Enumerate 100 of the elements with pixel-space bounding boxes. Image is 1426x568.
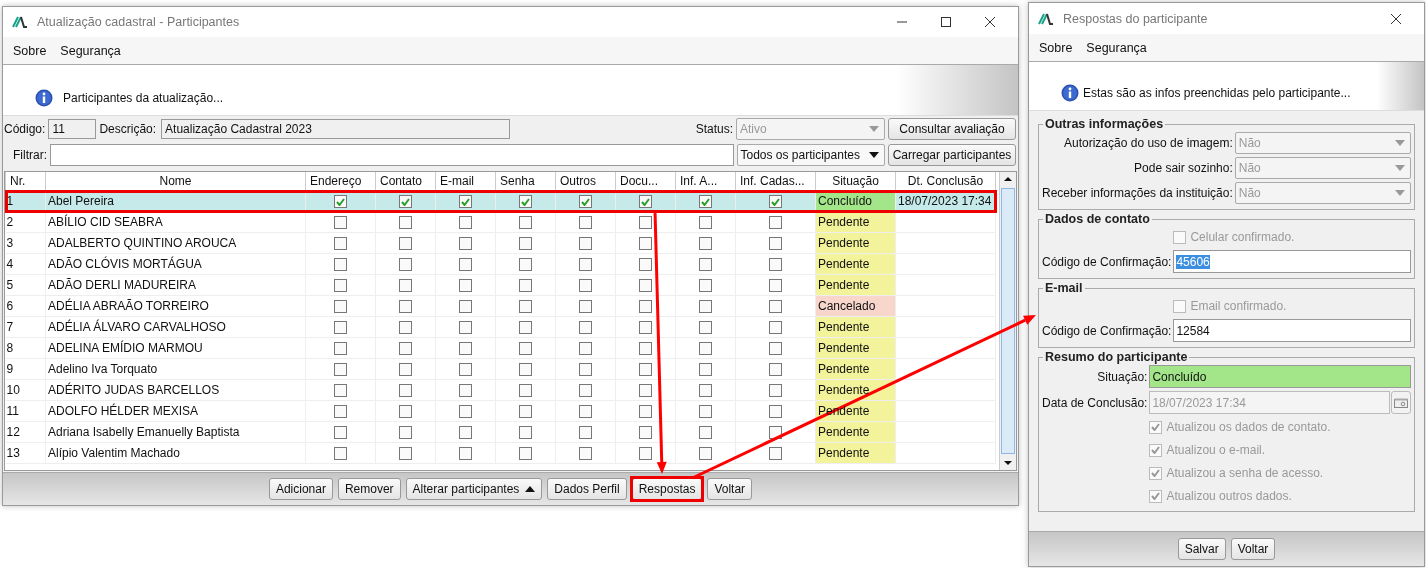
checkbox[interactable]	[639, 237, 652, 251]
table-row[interactable]: 5 ADÃO DERLI MADUREIRA Pendente	[5, 274, 996, 296]
checkbox[interactable]	[459, 447, 472, 461]
action-button[interactable]: Alterar participantes	[405, 478, 543, 500]
checkbox[interactable]	[769, 363, 782, 377]
checkbox[interactable]	[334, 258, 347, 272]
checkbox[interactable]	[579, 405, 592, 419]
checkbox[interactable]	[399, 426, 412, 440]
checkbox[interactable]	[639, 279, 652, 293]
checkbox[interactable]	[519, 279, 532, 293]
checkbox[interactable]	[769, 447, 782, 461]
table-row[interactable]: 4 ADÃO CLÓVIS MORTÁGUA Pendente	[5, 253, 996, 275]
code-field[interactable]: 11	[48, 119, 97, 139]
column-header[interactable]: Nr.	[5, 172, 46, 191]
checkbox[interactable]	[334, 216, 347, 230]
checkbox[interactable]	[769, 300, 782, 314]
checkbox[interactable]	[699, 363, 712, 377]
checkbox[interactable]	[579, 426, 592, 440]
checkbox[interactable]	[399, 216, 412, 230]
table-row[interactable]: 13 Alípio Valentim Machado Pendente	[5, 442, 996, 464]
checkbox[interactable]	[519, 363, 532, 377]
checkbox[interactable]	[639, 258, 652, 272]
checkbox[interactable]	[699, 342, 712, 356]
checkbox[interactable]	[519, 258, 532, 272]
checkbox[interactable]	[639, 447, 652, 461]
checkbox[interactable]	[519, 447, 532, 461]
close-icon[interactable]	[984, 16, 996, 28]
load-button[interactable]: Carregar participantes	[888, 144, 1016, 166]
scroll-thumb[interactable]	[1001, 188, 1015, 454]
checkbox[interactable]	[459, 321, 472, 335]
checkbox[interactable]	[399, 342, 412, 356]
checkbox[interactable]	[639, 195, 652, 209]
checkbox[interactable]	[639, 426, 652, 440]
checkbox[interactable]	[699, 384, 712, 398]
checkbox[interactable]	[334, 426, 347, 440]
checkbox[interactable]	[399, 405, 412, 419]
checkbox[interactable]	[519, 237, 532, 251]
checkbox[interactable]	[399, 279, 412, 293]
checkbox[interactable]	[459, 405, 472, 419]
table-row[interactable]: 2 ABÍLIO CID SEABRA Pendente	[5, 211, 996, 233]
checkbox[interactable]	[519, 384, 532, 398]
checkbox[interactable]	[699, 321, 712, 335]
checkbox[interactable]	[579, 300, 592, 314]
checkbox[interactable]	[699, 300, 712, 314]
checkbox[interactable]	[519, 216, 532, 230]
checkbox[interactable]	[639, 384, 652, 398]
checkbox[interactable]	[769, 384, 782, 398]
checkbox[interactable]	[769, 279, 782, 293]
table-row[interactable]: 7 ADÉLIA ÁLVARO CARVALHOSO Pendente	[5, 316, 996, 338]
maximize-icon[interactable]	[940, 16, 952, 28]
description-field[interactable]: Atualização Cadastral 2023	[161, 119, 511, 139]
checkbox[interactable]	[399, 321, 412, 335]
table-row[interactable]: 6 ADÉLIA ABRAÃO TORREIRO Cancelado	[5, 295, 996, 317]
checkbox[interactable]	[334, 363, 347, 377]
action-button[interactable]: Voltar	[1230, 538, 1276, 560]
checkbox[interactable]	[334, 300, 347, 314]
checkbox[interactable]	[769, 342, 782, 356]
checkbox[interactable]	[334, 195, 347, 209]
checkbox[interactable]	[699, 279, 712, 293]
dropdown[interactable]: Todos os participantes	[736, 144, 885, 166]
checkbox[interactable]	[639, 216, 652, 230]
checkbox[interactable]	[579, 258, 592, 272]
checkbox[interactable]	[399, 363, 412, 377]
checkbox[interactable]	[519, 405, 532, 419]
menu-item[interactable]: Segurança	[1086, 40, 1147, 55]
checkbox[interactable]	[519, 426, 532, 440]
checkbox[interactable]	[399, 258, 412, 272]
menu-item[interactable]: Sobre	[1039, 40, 1073, 55]
checkbox[interactable]	[459, 363, 472, 377]
checkbox[interactable]	[699, 258, 712, 272]
action-button[interactable]: Remover	[337, 478, 401, 500]
checkbox[interactable]	[334, 321, 347, 335]
action-button[interactable]: Voltar	[707, 478, 753, 500]
action-button[interactable]: Salvar	[1177, 538, 1226, 560]
checkbox[interactable]	[459, 384, 472, 398]
checkbox[interactable]	[579, 195, 592, 209]
table-row[interactable]: 10 ADÉRITO JUDAS BARCELLOS Pendente	[5, 379, 996, 401]
checkbox[interactable]	[579, 279, 592, 293]
checkbox[interactable]	[639, 321, 652, 335]
menu-item[interactable]: Segurança	[60, 43, 121, 58]
checkbox[interactable]	[699, 216, 712, 230]
checkbox[interactable]	[459, 342, 472, 356]
checkbox[interactable]	[579, 342, 592, 356]
checkbox[interactable]	[334, 447, 347, 461]
checkbox[interactable]	[334, 405, 347, 419]
checkbox[interactable]	[699, 447, 712, 461]
checkbox[interactable]	[334, 237, 347, 251]
checkbox[interactable]	[459, 216, 472, 230]
code-field[interactable]: 12584	[1173, 319, 1411, 342]
consult-button[interactable]: Consultar avaliação	[888, 118, 1016, 140]
checkbox[interactable]	[399, 237, 412, 251]
action-button[interactable]: Dados Perfil	[547, 478, 627, 500]
filter-field[interactable]	[50, 144, 734, 166]
checkbox[interactable]	[459, 195, 472, 209]
checkbox[interactable]	[579, 321, 592, 335]
checkbox[interactable]	[334, 342, 347, 356]
checkbox[interactable]	[639, 405, 652, 419]
checkbox[interactable]	[769, 237, 782, 251]
checkbox[interactable]	[399, 195, 412, 209]
checkbox[interactable]	[459, 258, 472, 272]
